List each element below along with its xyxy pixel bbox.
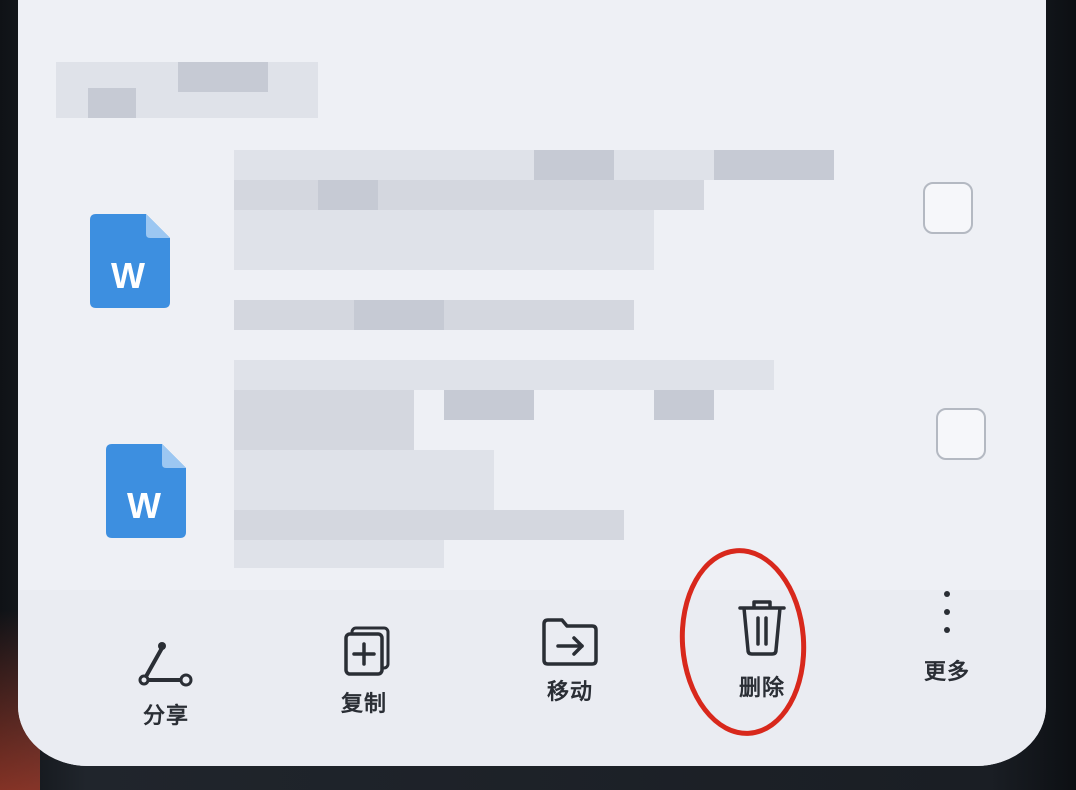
more-button[interactable]: 更多 — [904, 590, 990, 686]
word-doc-icon: W — [104, 440, 190, 540]
blurred-filename — [234, 180, 704, 210]
share-icon — [118, 634, 214, 698]
blurred-filename-detail — [534, 150, 614, 180]
copy-label: 复制 — [340, 692, 387, 717]
blurred-filename — [234, 450, 494, 510]
bottom-action-bar: 分享 复制 移动 删除 更多 — [18, 590, 1046, 766]
svg-text:W: W — [127, 485, 161, 526]
copy-icon — [316, 622, 412, 686]
blurred-filename-detail — [318, 180, 378, 210]
blurred-file-meta — [234, 540, 444, 568]
blurred-filename — [234, 360, 774, 390]
blurred-filename — [234, 210, 654, 270]
move-label: 移动 — [546, 680, 593, 705]
blurred-filename — [234, 390, 414, 450]
copy-button[interactable]: 复制 — [316, 622, 412, 718]
file-select-checkbox[interactable] — [936, 408, 986, 460]
blurred-filename-detail — [714, 150, 834, 180]
blurred-header-detail — [178, 62, 268, 92]
blurred-header-detail — [88, 88, 136, 118]
list-item[interactable]: W — [18, 150, 1046, 350]
move-folder-icon — [522, 610, 618, 674]
file-select-checkbox[interactable] — [923, 182, 973, 234]
more-dots-icon — [904, 590, 990, 638]
move-button[interactable]: 移动 — [522, 610, 618, 706]
share-button[interactable]: 分享 — [118, 634, 214, 730]
blurred-file-meta-detail — [354, 300, 444, 330]
blurred-filename-detail — [444, 390, 534, 420]
more-label: 更多 — [923, 660, 970, 685]
word-doc-icon: W — [88, 210, 174, 310]
blurred-file-meta — [234, 510, 624, 540]
file-manager-screen: W W 分享 复制 移动 删除 更多 — [18, 0, 1046, 766]
list-item[interactable]: W — [18, 360, 1046, 570]
blurred-filename-detail — [654, 390, 714, 420]
svg-text:W: W — [111, 255, 145, 296]
share-label: 分享 — [142, 704, 189, 729]
